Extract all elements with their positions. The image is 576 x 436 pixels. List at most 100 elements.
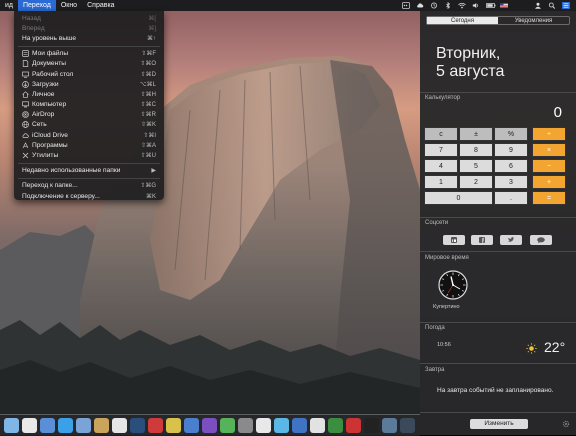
dock-app-icon[interactable]	[166, 418, 181, 433]
menu-item-home[interactable]: Личное ⇧⌘H	[14, 89, 164, 99]
menu-item-label: Мои файлы	[32, 50, 69, 58]
calc-key-multiply[interactable]: ×	[532, 143, 566, 157]
volume-icon[interactable]	[472, 2, 480, 9]
menu-item-airdrop[interactable]: AirDrop ⇧⌘R	[14, 110, 164, 120]
dock-app-icon[interactable]	[310, 418, 325, 433]
facebook-share-button[interactable]	[471, 235, 493, 245]
downloads-icon	[22, 80, 29, 88]
divider	[420, 412, 576, 413]
dock-photoshop-icon[interactable]	[130, 418, 145, 433]
menu-item-shortcut: ⌥⌘L	[139, 81, 156, 88]
menu-item-shortcut: ⇧⌘G	[140, 183, 156, 190]
menu-item-recent-folders[interactable]: Недавно использованные папки ▶	[14, 166, 164, 176]
dock-app-icon[interactable]	[202, 418, 217, 433]
calc-key-3[interactable]: 3	[494, 175, 528, 189]
menu-item-label: Переход к папке...	[22, 182, 78, 190]
menu-item-utilities[interactable]: Утилиты ⇧⌘U	[14, 150, 164, 160]
calc-key-clear[interactable]: c	[424, 127, 458, 141]
calc-key-decimal[interactable]: .	[494, 191, 528, 205]
calc-key-9[interactable]: 9	[494, 143, 528, 157]
dock-trash-icon[interactable]	[400, 418, 415, 433]
flag-usa-icon[interactable]	[500, 2, 508, 9]
menu-item-label: Загрузки	[32, 80, 59, 88]
menu-item-downloads[interactable]: Загрузки ⌥⌘L	[14, 79, 164, 89]
dock-calendar-icon[interactable]	[256, 418, 271, 433]
calc-key-equals[interactable]: =	[532, 191, 566, 205]
tab-notifications[interactable]: Уведомления	[498, 17, 569, 24]
menu-item-network[interactable]: Сеть ⇧⌘K	[14, 120, 164, 130]
lastpass-icon[interactable]	[402, 2, 410, 9]
calc-key-8[interactable]: 8	[459, 143, 493, 157]
calculator-header: Калькулятор	[425, 95, 461, 101]
dock-app-icon[interactable]	[274, 418, 289, 433]
user-icon[interactable]	[534, 2, 542, 9]
wifi-icon[interactable]	[458, 2, 466, 9]
calc-key-0[interactable]: 0	[424, 191, 493, 205]
notification-center-icon[interactable]	[562, 2, 570, 9]
calc-key-minus[interactable]: −	[532, 159, 566, 173]
dock-app-icon[interactable]	[382, 418, 397, 433]
dock-reminders-icon[interactable]	[22, 418, 37, 433]
dock-twitter-icon[interactable]	[58, 418, 73, 433]
menu-item-forward[interactable]: Вперед ⌘]	[14, 23, 164, 33]
dock-app-icon[interactable]	[220, 418, 235, 433]
menu-item-label: Недавно использованные папки	[22, 167, 121, 175]
dock-app-icon[interactable]	[328, 418, 343, 433]
menu-go[interactable]: Переход	[18, 0, 56, 11]
search-icon[interactable]	[548, 2, 556, 9]
edit-widgets-button[interactable]: Изменить	[470, 419, 528, 429]
calculator-widget: 0 c ± % ÷ 7 8 9 × 4 5 6 − 1 2 3 + 0 . =	[424, 104, 566, 208]
dock-app-icon[interactable]	[184, 418, 199, 433]
menu-item-label: Личное	[32, 90, 55, 98]
sync-icon[interactable]	[430, 2, 438, 9]
calc-key-4[interactable]: 4	[424, 159, 458, 173]
menu-help[interactable]: Справка	[82, 0, 119, 11]
menu-item-label: Утилиты	[32, 152, 59, 160]
dock-app-icon[interactable]	[292, 418, 307, 433]
world-clock-face[interactable]	[438, 270, 468, 300]
message-share-button[interactable]	[530, 235, 552, 245]
calc-key-7[interactable]: 7	[424, 143, 458, 157]
tab-today[interactable]: Сегодня	[427, 17, 498, 24]
menu-window[interactable]: Окно	[56, 0, 82, 11]
calc-key-2[interactable]: 2	[459, 175, 493, 189]
menu-item-enclosing-folder[interactable]: На уровень выше ⌘↑	[14, 33, 164, 43]
menu-item-go-to-folder[interactable]: Переход к папке... ⇧⌘G	[14, 181, 164, 191]
menu-item-icloud-drive[interactable]: iCloud Drive ⇧⌘I	[14, 130, 164, 140]
menu-item-computer[interactable]: Компьютер ⇧⌘C	[14, 100, 164, 110]
weather-time: 10:56	[437, 342, 451, 348]
calc-key-6[interactable]: 6	[494, 159, 528, 173]
dock-app-icon[interactable]	[346, 418, 361, 433]
app-menu-finder[interactable]: ид	[0, 0, 18, 11]
sun-icon	[526, 343, 537, 354]
menu-item-desktop[interactable]: Рабочий стол ⇧⌘D	[14, 69, 164, 79]
dock-app-store-icon[interactable]	[40, 418, 55, 433]
calc-key-divide[interactable]: ÷	[532, 127, 566, 141]
menu-item-applications[interactable]: Программы ⇧⌘A	[14, 140, 164, 150]
calc-key-sign[interactable]: ±	[459, 127, 493, 141]
dock-terminal-icon[interactable]	[364, 418, 379, 433]
bluetooth-icon[interactable]	[444, 2, 452, 9]
twitter-share-button[interactable]	[500, 235, 522, 245]
menu-item-all-my-files[interactable]: Мои файлы ⇧⌘F	[14, 49, 164, 59]
menu-item-connect-to-server[interactable]: Подключение к серверу... ⌘K	[14, 191, 164, 201]
calc-key-plus[interactable]: +	[532, 175, 566, 189]
dock-mail-icon[interactable]	[76, 418, 91, 433]
dock-notes-icon[interactable]	[94, 418, 109, 433]
calc-key-5[interactable]: 5	[459, 159, 493, 173]
cloud-status-icon[interactable]	[416, 2, 424, 9]
battery-icon[interactable]	[486, 2, 496, 9]
menu-item-label: iCloud Drive	[32, 131, 68, 139]
calc-key-1[interactable]: 1	[424, 175, 458, 189]
desktop-icon	[22, 71, 29, 78]
linkedin-share-button[interactable]	[443, 235, 465, 245]
dock-app-icon[interactable]	[148, 418, 163, 433]
gear-icon[interactable]	[562, 420, 570, 428]
menu-item-documents[interactable]: Документы ⇧⌘O	[14, 59, 164, 69]
dock-finder-icon[interactable]	[4, 418, 19, 433]
menu-item-back[interactable]: Назад ⌘[	[14, 13, 164, 23]
calc-key-percent[interactable]: %	[494, 127, 528, 141]
dock-app-icon[interactable]	[238, 418, 253, 433]
dock-safari-icon[interactable]	[112, 418, 127, 433]
menu-item-label: AirDrop	[32, 111, 55, 119]
